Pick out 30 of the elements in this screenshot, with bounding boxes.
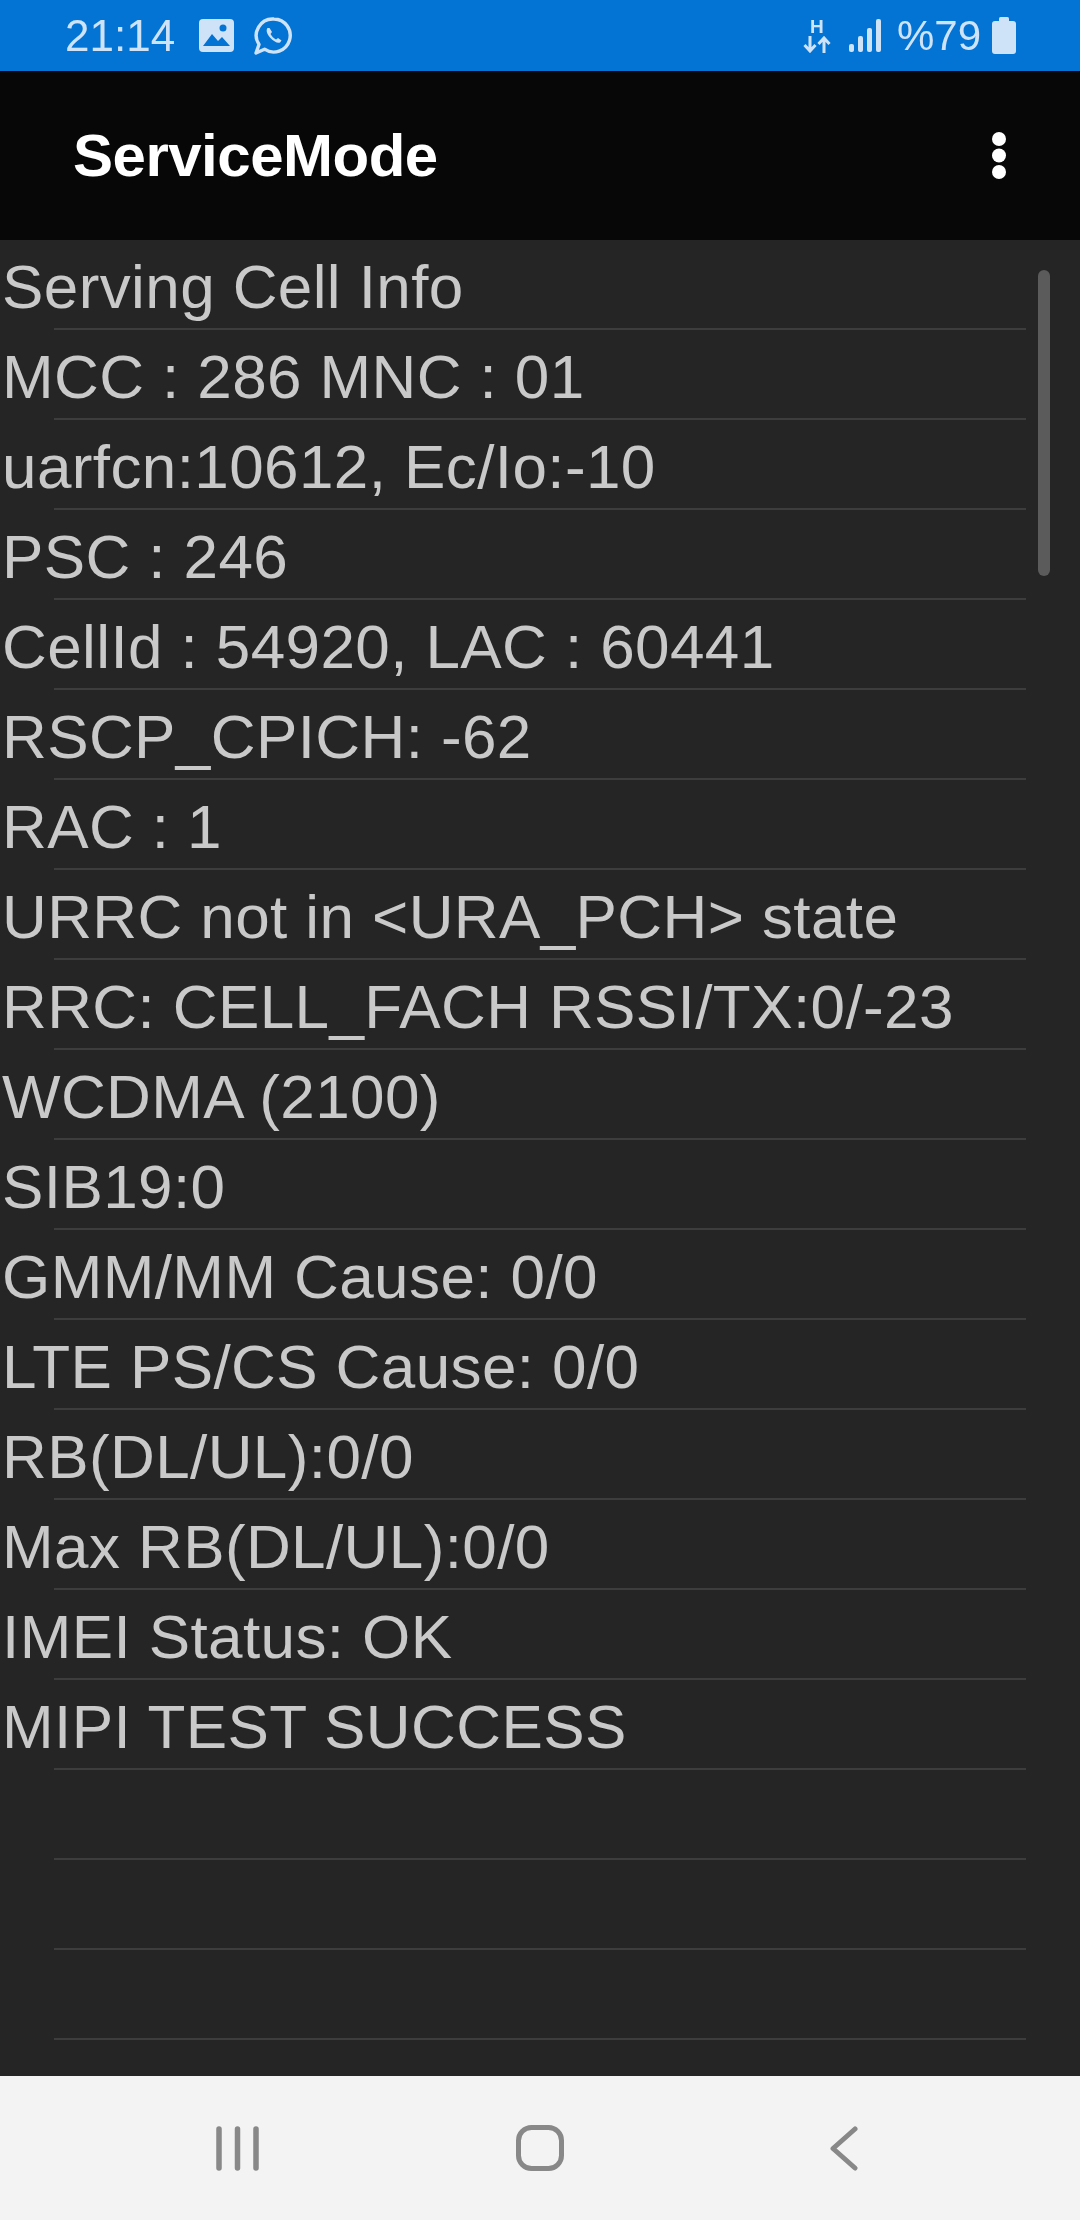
info-line: LTE PS/CS Cause: 0/0: [1, 1332, 640, 1402]
info-line: RB(DL/UL):0/0: [1, 1422, 414, 1492]
info-line: MIPI TEST SUCCESS: [1, 1692, 627, 1762]
info-line: uarfcn:10612, Ec/Io:-10: [1, 432, 656, 502]
info-line: URRC not in <URA_PCH> state: [1, 882, 899, 952]
status-time: 21:14: [65, 10, 176, 61]
chat-phone-icon: [254, 15, 294, 56]
back-icon: [828, 2125, 858, 2171]
more-vertical-icon: [991, 132, 1007, 179]
info-line: Serving Cell Info: [1, 252, 464, 322]
info-line: SIB19:0: [1, 1152, 226, 1222]
info-line: MCC : 286 MNC : 01: [1, 342, 585, 412]
info-line: IMEI Status: OK: [1, 1602, 453, 1672]
signal-icon: [848, 19, 881, 52]
info-line: RRC: CELL_FACH RSSI/TX:0/-23: [1, 972, 954, 1042]
home-icon: [516, 2125, 564, 2171]
battery-percent: %79: [896, 10, 981, 61]
info-line: RAC : 1: [1, 792, 222, 862]
info-line: WCDMA (2100): [1, 1062, 441, 1132]
info-line: PSC : 246: [1, 522, 289, 592]
recent-apps-icon: [215, 2125, 259, 2171]
info-line: CellId : 54920, LAC : 60441: [1, 612, 775, 682]
info-line: GMM/MM Cause: 0/0: [1, 1242, 598, 1312]
app-title: ServiceMode: [73, 120, 438, 191]
data-arrows-icon: [802, 36, 831, 53]
battery-icon: [992, 17, 1016, 54]
info-line: Max RB(DL/UL):0/0: [1, 1512, 550, 1582]
network-type-label: H: [810, 18, 824, 36]
info-line: RSCP_CPICH: -62: [1, 702, 532, 772]
image-icon: [199, 19, 235, 52]
